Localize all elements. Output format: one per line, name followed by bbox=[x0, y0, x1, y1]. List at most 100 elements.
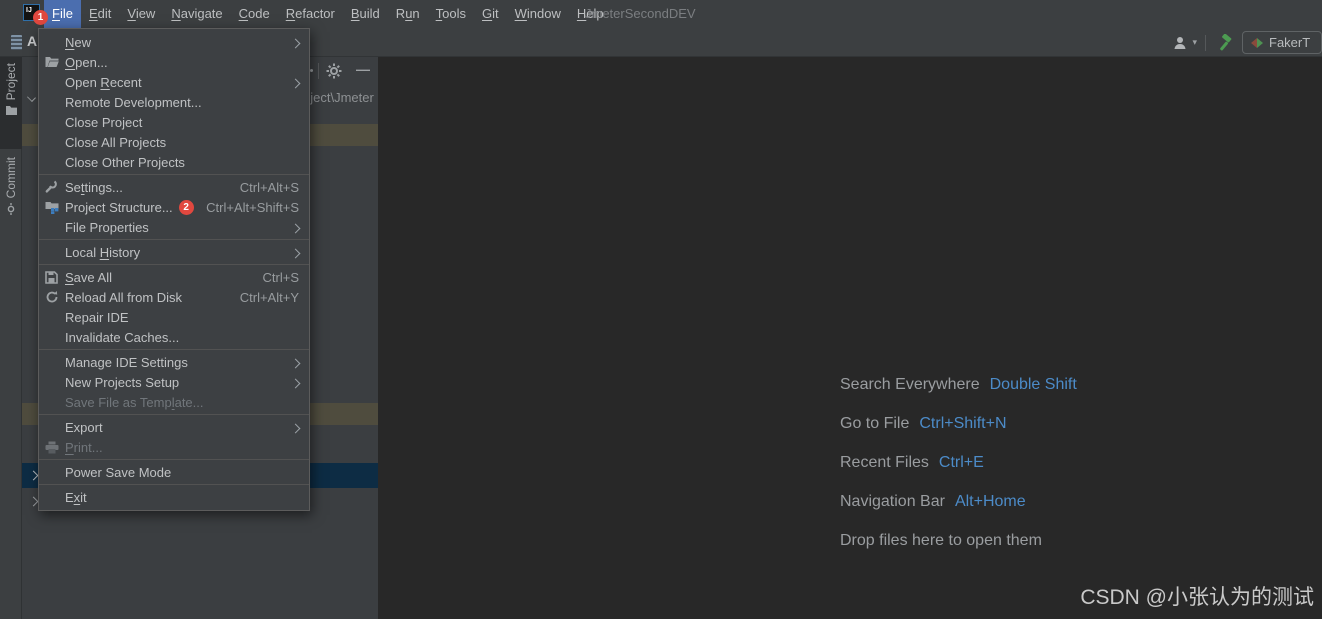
menu-item-open-recent[interactable]: Open Recent bbox=[39, 72, 309, 92]
menu-tools[interactable]: Tools bbox=[428, 0, 474, 28]
icon-slot bbox=[45, 330, 65, 344]
menu-item-label: Power Save Mode bbox=[65, 464, 172, 480]
menu-navigate[interactable]: Navigate bbox=[163, 0, 230, 28]
menu-item-label: Local History bbox=[65, 244, 141, 260]
sidebar-tab-project[interactable]: Project bbox=[0, 57, 22, 149]
commit-tab-label: Commit bbox=[4, 157, 18, 199]
menu-item-settings[interactable]: Settings... Ctrl+Alt+S bbox=[39, 177, 309, 197]
menu-item-save-all[interactable]: Save All Ctrl+S bbox=[39, 267, 309, 287]
icon-slot bbox=[45, 115, 65, 129]
menu-item-label: Exit bbox=[65, 489, 87, 505]
menu-item-label: Reload All from Disk bbox=[65, 289, 183, 305]
menu-window[interactable]: Window bbox=[507, 0, 569, 28]
printer-icon bbox=[45, 440, 65, 454]
icon-slot bbox=[45, 95, 65, 109]
menu-build[interactable]: Build bbox=[343, 0, 388, 28]
tree-expand-icon[interactable] bbox=[27, 93, 36, 102]
menu-item-new-projects-setup[interactable]: New Projects Setup bbox=[39, 372, 309, 392]
menu-item-manage-ide-settings[interactable]: Manage IDE Settings bbox=[39, 352, 309, 372]
tool-window-stripe-icon[interactable] bbox=[11, 35, 22, 50]
menu-view[interactable]: View bbox=[119, 0, 163, 28]
menu-item-label: Open Recent bbox=[65, 74, 142, 90]
user-profile-icon[interactable] bbox=[1172, 35, 1190, 51]
hint-keys: Alt+Home bbox=[954, 492, 1026, 510]
gear-icon[interactable] bbox=[326, 63, 342, 79]
project-tab-label: Project bbox=[4, 63, 18, 101]
menu-item-open[interactable]: Open... bbox=[39, 52, 309, 72]
run-configuration-widget[interactable]: FakerT bbox=[1242, 31, 1322, 54]
menu-item-close-project[interactable]: Close Project bbox=[39, 112, 309, 132]
menu-item-print[interactable]: Print... bbox=[39, 437, 309, 457]
chevron-down-icon[interactable]: ▾ bbox=[1192, 37, 1197, 48]
menu-refactor[interactable]: Refactor bbox=[278, 0, 343, 28]
chevron-right-icon bbox=[290, 420, 301, 435]
icon-slot bbox=[45, 75, 65, 89]
menu-code[interactable]: Code bbox=[231, 0, 278, 28]
reload-icon bbox=[45, 290, 65, 304]
menu-item-invalidate-caches[interactable]: Invalidate Caches... bbox=[39, 327, 309, 347]
menu-bar: File Edit View Navigate Code Refactor Bu… bbox=[44, 0, 612, 28]
project-widget-letter[interactable]: A bbox=[27, 33, 37, 49]
hint-label: Recent Files bbox=[840, 453, 929, 471]
icon-slot bbox=[45, 245, 65, 259]
menu-item-label: New Projects Setup bbox=[65, 374, 180, 390]
menu-item-remote-development[interactable]: Remote Development... bbox=[39, 92, 309, 112]
menu-item-label: Export bbox=[65, 419, 103, 435]
sidebar-tab-commit[interactable]: Commit bbox=[0, 151, 22, 221]
menu-item-label: Open... bbox=[65, 54, 108, 70]
hint-keys: Double Shift bbox=[989, 375, 1077, 393]
icon-slot bbox=[45, 355, 65, 369]
menu-item-close-all-projects[interactable]: Close All Projects bbox=[39, 132, 309, 152]
hint-keys: Ctrl+Shift+N bbox=[919, 414, 1007, 432]
menu-separator bbox=[39, 484, 309, 485]
menu-item-label: Save File as Template... bbox=[65, 394, 204, 410]
menu-item-repair-ide[interactable]: Repair IDE bbox=[39, 307, 309, 327]
menu-item-label: Remote Development... bbox=[65, 94, 202, 110]
menu-file[interactable]: File bbox=[44, 0, 81, 28]
menu-item-close-other-projects[interactable]: Close Other Projects bbox=[39, 152, 309, 172]
hide-panel-icon[interactable]: — bbox=[356, 61, 370, 77]
panel-header-divider bbox=[318, 63, 319, 79]
run-config-label: FakerT bbox=[1269, 35, 1311, 50]
window-title: JmeterSecondDEV bbox=[585, 6, 696, 21]
icon-slot bbox=[45, 420, 65, 434]
menu-run[interactable]: Run bbox=[388, 0, 428, 28]
menu-separator bbox=[39, 414, 309, 415]
menu-item-shortcut: Ctrl+Alt+Y bbox=[239, 289, 299, 305]
hint-label: Go to File bbox=[840, 414, 910, 432]
menu-item-label: Save All bbox=[65, 269, 112, 285]
folder-open-icon bbox=[45, 55, 65, 69]
menu-edit[interactable]: Edit bbox=[81, 0, 119, 28]
menu-item-label: Close Other Projects bbox=[65, 154, 185, 170]
menu-separator bbox=[39, 174, 309, 175]
menu-item-project-structure[interactable]: Project Structure... 2 Ctrl+Alt+Shift+S bbox=[39, 197, 309, 217]
menu-item-exit[interactable]: Exit bbox=[39, 487, 309, 507]
build-hammer-icon[interactable] bbox=[1214, 33, 1232, 52]
menu-item-power-save-mode[interactable]: Power Save Mode bbox=[39, 462, 309, 482]
hint-label: Drop files here to open them bbox=[840, 531, 1042, 549]
menu-item-reload-all[interactable]: Reload All from Disk Ctrl+Alt+Y bbox=[39, 287, 309, 307]
folder-icon bbox=[5, 105, 18, 116]
menu-item-label: Close Project bbox=[65, 114, 143, 130]
icon-slot bbox=[45, 395, 65, 409]
menu-item-new[interactable]: New bbox=[39, 32, 309, 52]
tree-collapse-icon[interactable] bbox=[28, 496, 39, 507]
chevron-right-icon bbox=[290, 245, 301, 260]
hint-label: Search Everywhere bbox=[840, 375, 980, 393]
tree-collapse-icon[interactable] bbox=[28, 470, 39, 481]
icon-slot bbox=[45, 155, 65, 169]
chevron-right-icon bbox=[290, 375, 301, 390]
project-structure-icon bbox=[45, 200, 65, 214]
icon-slot bbox=[45, 135, 65, 149]
menu-item-shortcut: Ctrl+S bbox=[262, 269, 299, 285]
menu-item-export[interactable]: Export bbox=[39, 417, 309, 437]
menu-item-label: Close All Projects bbox=[65, 134, 167, 150]
hint-keys: Ctrl+E bbox=[938, 453, 984, 471]
chevron-right-icon bbox=[290, 220, 301, 235]
menu-item-local-history[interactable]: Local History bbox=[39, 242, 309, 262]
menu-item-file-properties[interactable]: File Properties bbox=[39, 217, 309, 237]
icon-slot bbox=[45, 310, 65, 324]
menu-git[interactable]: Git bbox=[474, 0, 507, 28]
locate-icon[interactable] bbox=[310, 69, 313, 72]
menu-item-save-file-as-template[interactable]: Save File as Template... bbox=[39, 392, 309, 412]
